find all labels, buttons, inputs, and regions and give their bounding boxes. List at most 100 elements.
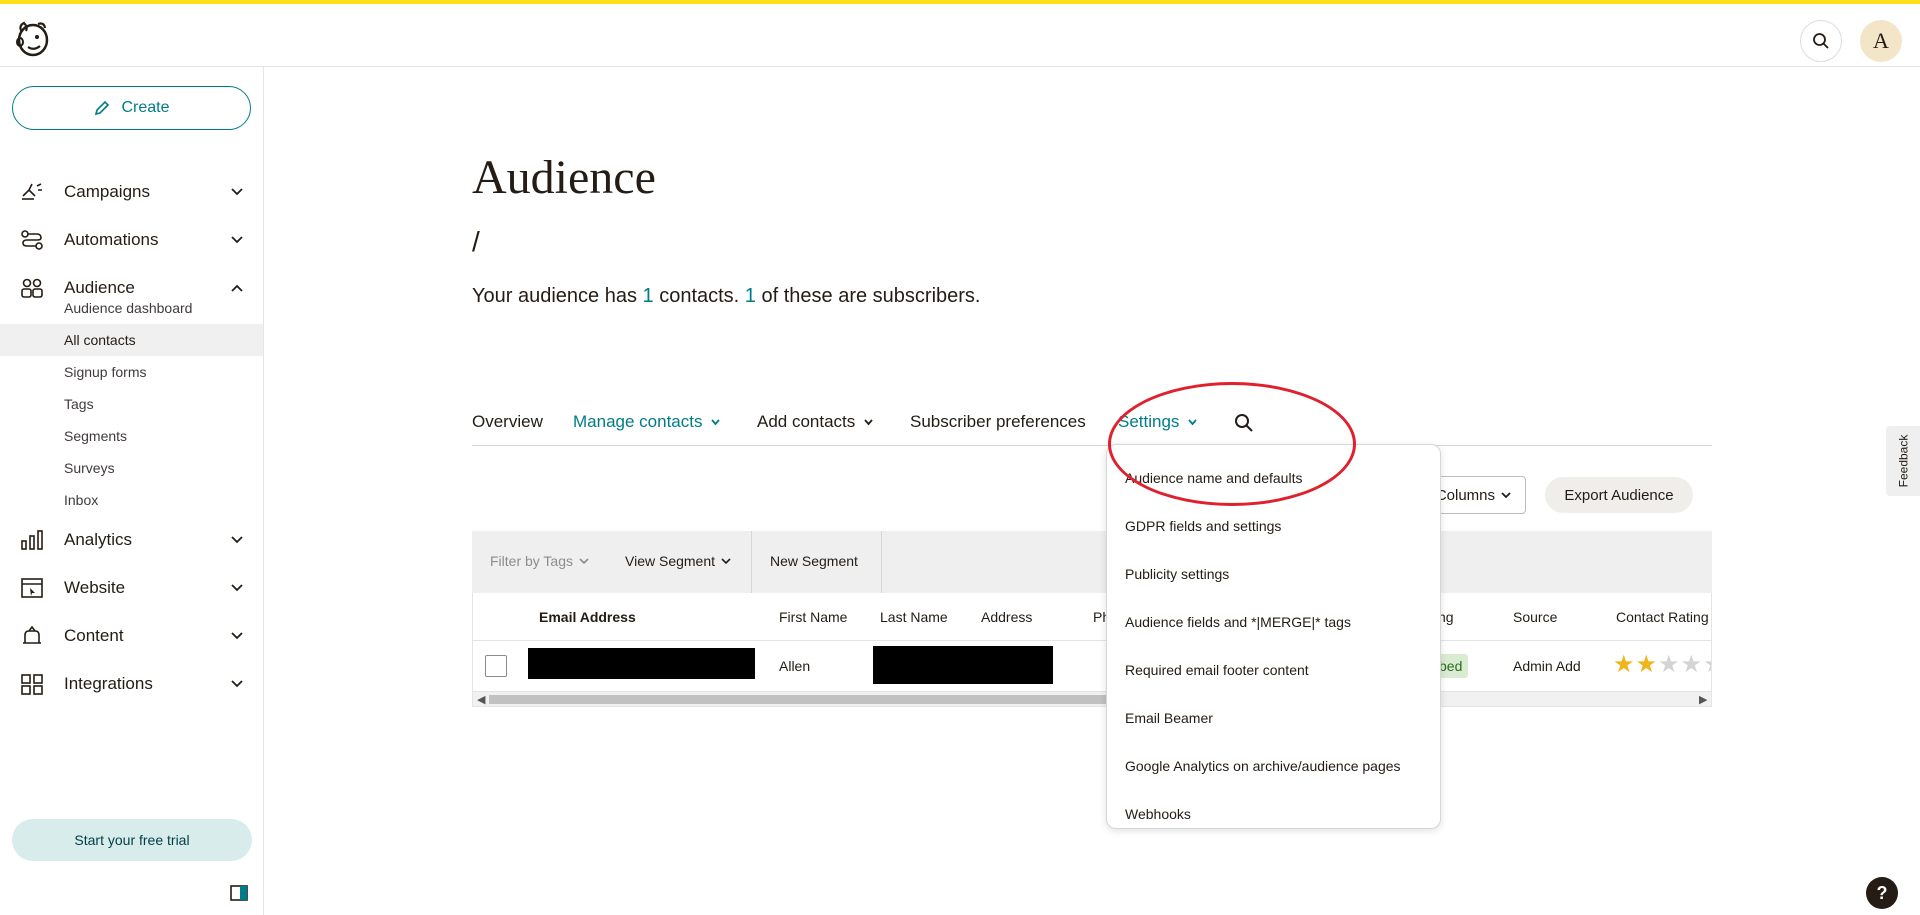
contacts-table: Email Address First Name Last Name Addre… bbox=[472, 593, 1712, 707]
nav-label: Website bbox=[64, 578, 126, 597]
columns-label: Columns bbox=[1435, 486, 1495, 504]
chevron-down-icon bbox=[231, 236, 243, 244]
menu-item-publicity-settings[interactable]: Publicity settings bbox=[1125, 566, 1229, 582]
tab-label: Settings bbox=[1118, 412, 1180, 431]
view-segment-dropdown[interactable]: View Segment bbox=[625, 553, 731, 569]
chevron-down-icon bbox=[231, 632, 243, 640]
sidebar-item-signup-forms[interactable]: Signup forms bbox=[0, 356, 263, 388]
star-icon: ★ bbox=[1658, 651, 1680, 678]
search-icon[interactable] bbox=[1234, 413, 1254, 433]
tab-label: Add contacts bbox=[757, 412, 856, 431]
audience-tabs: Overview Manage contacts Add contacts Su… bbox=[472, 406, 1712, 446]
start-free-trial-button[interactable]: Start your free trial bbox=[12, 819, 252, 861]
content-icon bbox=[23, 625, 41, 644]
breadcrumb: / bbox=[472, 226, 480, 257]
new-segment-label: New Segment bbox=[770, 553, 858, 569]
chevron-down-icon bbox=[864, 418, 873, 425]
pencil-icon bbox=[95, 100, 110, 116]
nav-website[interactable]: Website bbox=[0, 568, 264, 608]
tab-overview[interactable]: Overview bbox=[472, 412, 543, 432]
tab-subscriber-preferences[interactable]: Subscriber preferences bbox=[910, 412, 1086, 432]
grid-icon bbox=[21, 674, 43, 695]
menu-item-webhooks[interactable]: Webhooks bbox=[1125, 806, 1191, 822]
sidebar-item-inbox[interactable]: Inbox bbox=[0, 484, 263, 516]
menu-item-required-footer[interactable]: Required email footer content bbox=[1125, 662, 1309, 678]
redacted-email bbox=[528, 648, 755, 679]
horizontal-scrollbar[interactable]: ◀ ▶ bbox=[473, 691, 1711, 706]
header-search-button[interactable] bbox=[1800, 20, 1842, 62]
column-header-contact-rating[interactable]: Contact Rating bbox=[1616, 609, 1709, 625]
tab-manage-contacts[interactable]: Manage contacts bbox=[573, 412, 721, 432]
column-header-source[interactable]: Source bbox=[1513, 609, 1557, 625]
scroll-right-icon[interactable]: ▶ bbox=[1699, 693, 1707, 706]
nav-analytics[interactable]: Analytics bbox=[0, 520, 264, 560]
help-button[interactable]: ? bbox=[1866, 877, 1898, 909]
sidebar-item-segments[interactable]: Segments bbox=[0, 420, 263, 452]
filter-by-tags-dropdown[interactable]: Filter by Tags bbox=[490, 553, 589, 569]
nav-label: Integrations bbox=[64, 674, 153, 693]
column-header-email[interactable]: Email Address bbox=[539, 609, 636, 625]
mailchimp-logo-icon[interactable] bbox=[12, 18, 52, 58]
scroll-left-icon[interactable]: ◀ bbox=[477, 693, 485, 706]
summary-suffix: of these are subscribers. bbox=[755, 285, 981, 307]
view-segment-label: View Segment bbox=[625, 553, 716, 569]
menu-item-gdpr-fields[interactable]: GDPR fields and settings bbox=[1125, 518, 1281, 534]
star-icon: ★ bbox=[1703, 653, 1711, 677]
cell-source: Admin Add bbox=[1513, 658, 1581, 674]
table-header: Email Address First Name Last Name Addre… bbox=[473, 593, 1711, 641]
subscribers-count: 1 bbox=[744, 285, 756, 307]
chevron-down-icon bbox=[231, 188, 243, 196]
chevron-down-icon bbox=[231, 584, 243, 592]
chevron-down-icon bbox=[721, 558, 731, 565]
redacted-last-name-address bbox=[873, 646, 1053, 684]
column-header-first-name[interactable]: First Name bbox=[779, 609, 847, 625]
summary-prefix: Your audience has bbox=[472, 285, 643, 307]
menu-item-audience-name-defaults[interactable]: Audience name and defaults bbox=[1125, 470, 1302, 486]
sidebar-item-surveys[interactable]: Surveys bbox=[0, 452, 263, 484]
menu-item-audience-fields-merge-tags[interactable]: Audience fields and *|MERGE|* tags bbox=[1125, 614, 1351, 630]
nav-content[interactable]: Content bbox=[0, 616, 264, 656]
settings-dropdown-menu: Audience name and defaults GDPR fields a… bbox=[1106, 444, 1441, 829]
nav-label: Analytics bbox=[64, 530, 133, 549]
collapse-sidebar-icon[interactable] bbox=[230, 885, 248, 901]
nav-label: Automations bbox=[64, 230, 159, 249]
chevron-down-icon bbox=[579, 558, 589, 565]
nav-automations[interactable]: Automations bbox=[0, 220, 264, 260]
tab-label: Manage contacts bbox=[573, 412, 703, 431]
scrollbar-thumb[interactable] bbox=[489, 695, 1129, 704]
table-row[interactable]: Allen bed Admin Add ★★★★★ bbox=[473, 641, 1711, 691]
divider bbox=[751, 531, 752, 593]
nav-label: Campaigns bbox=[64, 182, 150, 201]
nav-integrations[interactable]: Integrations bbox=[0, 664, 264, 704]
tab-add-contacts[interactable]: Add contacts bbox=[757, 412, 874, 432]
tab-settings[interactable]: Settings bbox=[1118, 412, 1198, 432]
create-button[interactable]: Create bbox=[12, 86, 251, 130]
page-title: Audience bbox=[472, 151, 656, 204]
megaphone-icon bbox=[22, 183, 42, 200]
star-icon: ★ bbox=[1635, 651, 1658, 678]
bar-chart-icon bbox=[21, 530, 43, 550]
sidebar-item-tags[interactable]: Tags bbox=[0, 388, 263, 420]
account-avatar[interactable]: A bbox=[1860, 20, 1902, 62]
new-segment-button[interactable]: New Segment bbox=[770, 553, 858, 569]
cell-first-name: Allen bbox=[779, 658, 811, 674]
sidebar-item-all-contacts[interactable]: All contacts bbox=[0, 324, 263, 356]
row-checkbox[interactable] bbox=[485, 655, 507, 677]
divider bbox=[881, 531, 882, 593]
feedback-label: Feedback bbox=[1896, 434, 1911, 488]
chevron-down-icon bbox=[231, 536, 243, 544]
column-header-last-name[interactable]: Last Name bbox=[880, 609, 948, 625]
sidebar-item-audience-dashboard[interactable]: Audience dashboard bbox=[0, 292, 263, 324]
menu-item-email-beamer[interactable]: Email Beamer bbox=[1125, 710, 1213, 726]
chevron-down-icon bbox=[711, 418, 721, 425]
menu-item-google-analytics[interactable]: Google Analytics on archive/audience pag… bbox=[1125, 758, 1401, 774]
create-label: Create bbox=[121, 99, 170, 116]
chevron-down-icon bbox=[231, 680, 243, 688]
search-icon bbox=[1813, 33, 1829, 49]
feedback-tab[interactable]: Feedback bbox=[1886, 426, 1920, 496]
nav-campaigns[interactable]: Campaigns bbox=[0, 172, 264, 212]
chevron-down-icon bbox=[1188, 418, 1198, 425]
export-audience-button[interactable]: Export Audience bbox=[1545, 477, 1693, 513]
star-icon: ★ bbox=[1613, 651, 1635, 678]
column-header-address[interactable]: Address bbox=[981, 609, 1032, 625]
